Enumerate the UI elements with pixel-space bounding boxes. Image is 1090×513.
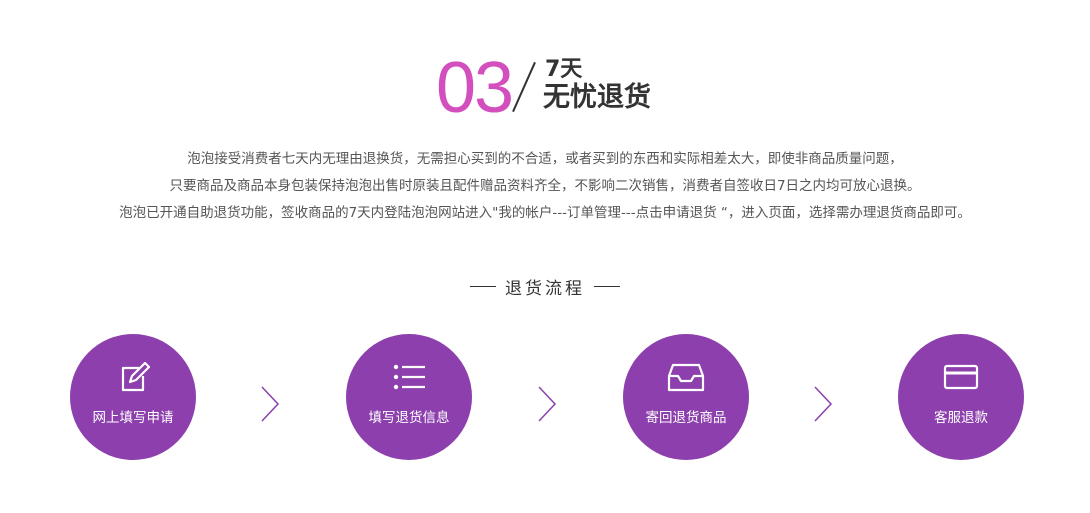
step-fill-info[interactable]: 填写退货信息 [346, 334, 472, 460]
chevron-right-icon [814, 386, 833, 422]
step-label: 填写退货信息 [368, 410, 450, 426]
flow-title: 退货流程 [505, 278, 585, 299]
description-line: 泡泡接受消费者七天内无理由退换货，无需担心买到的不合适，或者买到的东西和实际相差… [187, 151, 903, 167]
section-title: 无忧退货 [543, 82, 651, 113]
section-subtitle: 7天 [545, 57, 583, 82]
chevron-right-icon [261, 386, 280, 422]
card-icon [943, 364, 979, 390]
step-label: 客服退款 [934, 410, 988, 426]
chevron-right-icon [538, 386, 557, 422]
edit-icon [121, 362, 151, 392]
heading-line-left [470, 285, 496, 287]
flow-heading: 退货流程 [0, 274, 1090, 299]
return-policy-description: 泡泡接受消费者七天内无理由退换货，无需担心买到的不合适，或者买到的东西和实际相差… [0, 146, 1090, 227]
description-line: 只要商品及商品本身包装保持泡泡出售时原装且配件赠品资料齐全，不影响二次销售，消费… [169, 178, 921, 194]
step-label: 网上填写申请 [92, 410, 174, 426]
step-refund[interactable]: 客服退款 [898, 334, 1024, 460]
title-divider [512, 61, 536, 113]
step-label: 寄回退货商品 [645, 410, 727, 426]
section-number: 03 [436, 48, 514, 128]
step-apply-online[interactable]: 网上填写申请 [70, 334, 196, 460]
list-icon [393, 364, 425, 390]
description-line: 泡泡已开通自助退货功能，签收商品的7天内登陆泡泡网站进入"我的帐户---订单管理… [119, 205, 971, 221]
section-header: 03 7天 无忧退货 [0, 0, 1090, 130]
step-send-back[interactable]: 寄回退货商品 [623, 334, 749, 460]
heading-line-right [594, 285, 620, 287]
inbox-icon [667, 363, 705, 392]
